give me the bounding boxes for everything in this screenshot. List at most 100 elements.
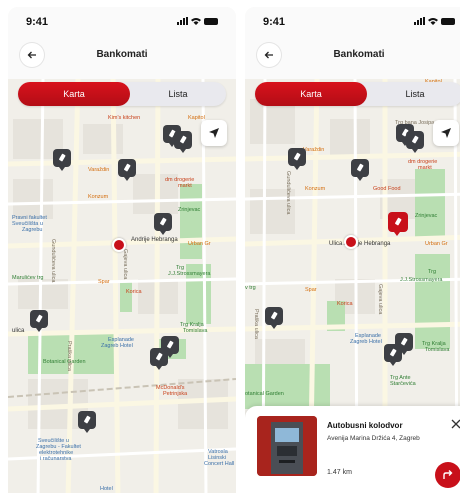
turn-right-arrow-icon [443,470,453,479]
map-label-marulic: Marulićev trg [12,275,44,281]
map-label-andrije: Andrije Hebranga [131,237,178,243]
map-label-konzum: Konzum [305,186,326,192]
card-in-slot-icon [357,163,364,172]
atm-pin[interactable] [174,131,192,153]
status-time: 9:41 [26,16,49,28]
map-label-esplanade2: Zagreb Hotel [101,343,133,349]
user-location-dot [112,238,126,252]
view-toggle: Karta Lista [18,82,226,106]
map-label-markt: markt [178,183,192,189]
battery-icon [204,17,218,25]
map-label-praska: Praška ulica [253,309,259,339]
atm-pin[interactable] [118,159,136,181]
directions-button[interactable] [435,462,460,488]
signal-icon [177,17,188,25]
card-in-slot-icon [156,352,163,361]
map-label-good-food: Good Food [373,186,401,192]
map-label-urban: Urban Gr [188,241,211,247]
map-label-zrinjevac: Zrinjevac [178,207,201,213]
card-in-slot-icon [294,152,301,161]
page-title: Bankomati [333,49,385,60]
tab-lista[interactable]: Lista [130,82,226,106]
status-icons [414,17,455,25]
atm-machine-image [257,416,317,476]
navigation-arrow-icon [209,128,219,138]
view-toggle: Karta Lista [255,82,460,106]
close-button[interactable] [451,416,460,432]
map-label-trg-left: v trg [245,285,256,291]
atm-pin[interactable] [78,411,96,433]
map-label-zrinjevac: Zrinjevac [415,213,438,219]
map-label-spar: Spar [98,279,110,285]
atm-pin[interactable] [150,348,168,370]
map-label-zagrebu: Zagrebu [22,227,43,233]
card-in-slot-icon [180,135,187,144]
wifi-icon [428,18,438,25]
top-bar: Bankomati [8,35,236,79]
status-bar: 9:41 [8,7,236,35]
map-label-tomislava: Tomislava [425,347,450,353]
card-in-slot-icon [36,314,43,323]
atm-pin-selected[interactable] [388,212,408,236]
map-label-trg-jj: Trg [428,269,437,275]
phone-screen-detail: Kapitol Trg bana Josipa Varaždin dm drog… [245,7,460,493]
map-label-botanical: otanical Garden [245,391,284,397]
map-label-jj: J.J.Strossmayera [168,271,211,277]
top-bar: Bankomati [245,35,460,79]
map-label-mcd2: Petrinjska [163,391,188,397]
atm-name: Autobusni kolodvor [327,421,403,430]
map-label-tomislava: Tomislava [183,328,208,334]
atm-pin[interactable] [265,307,283,329]
map-label-kim: Kim's kitchen [108,115,141,121]
map-label-korica: Korica [126,289,142,295]
card-in-slot-icon [271,311,278,320]
map-label-varazdin: Varaždin [88,167,110,173]
atm-photo [257,416,317,476]
card-in-slot-icon [160,217,167,226]
atm-pin[interactable] [30,310,48,332]
signal-icon [414,17,425,25]
map-label-gajeva: Gajeva ulica [377,284,383,315]
close-icon [451,419,460,429]
atm-pin[interactable] [351,159,369,181]
map-label-konzum: Konzum [88,194,109,200]
atm-pin[interactable] [53,149,71,171]
map-label-kapitol: Kapitol [188,115,205,121]
tab-lista[interactable]: Lista [367,82,460,106]
card-in-slot-icon [84,415,91,424]
atm-pin[interactable] [384,344,402,366]
map-label-botanical: Botanical Garden [43,359,86,365]
atm-pin[interactable] [288,148,306,170]
status-time: 9:41 [263,16,286,28]
status-icons [177,17,218,25]
tab-karta[interactable]: Karta [255,82,367,106]
atm-detail-sheet: Autobusni kolodvor Avenija Marina Držića… [245,406,460,493]
card-in-slot-icon [412,135,419,144]
map-label-varazdin: Varaždin [303,147,325,153]
map-label-hotel: Hotel [100,486,113,492]
map-label-gajeva: Gajeva ulica [122,249,128,280]
map-label-gunduliceva: Gundulićeva ulica [50,239,56,283]
map-label-jj: J.J.Strossmayera [400,277,443,283]
map-label-urban: Urban Gr [425,241,448,247]
map-label-gunduliceva: Gundulićeva ulica [285,171,291,215]
battery-icon [441,17,455,25]
map-label-praska: Praška ulica [66,341,72,371]
user-location-dot [344,235,358,249]
atm-pin[interactable] [154,213,172,235]
card-in-slot-icon [59,153,66,162]
map-label-concert: Concert Hall [204,461,235,467]
map-label-ulica-hebranga: Ulica Andrije Hebranga [329,241,391,247]
map-label-fer3: i računarstva [40,456,72,462]
card-in-slot-icon [390,348,397,357]
card-in-slot-icon [124,163,131,172]
map-label-starcevica: Starčevića [390,381,416,387]
wifi-icon [191,18,201,25]
locate-me-button[interactable] [433,120,459,146]
status-bar: 9:41 [245,7,460,35]
atm-pin[interactable] [406,131,424,153]
locate-me-button[interactable] [201,120,227,146]
page-title: Bankomati [96,49,148,60]
map-label-spar: Spar [305,287,317,293]
tab-karta[interactable]: Karta [18,82,130,106]
